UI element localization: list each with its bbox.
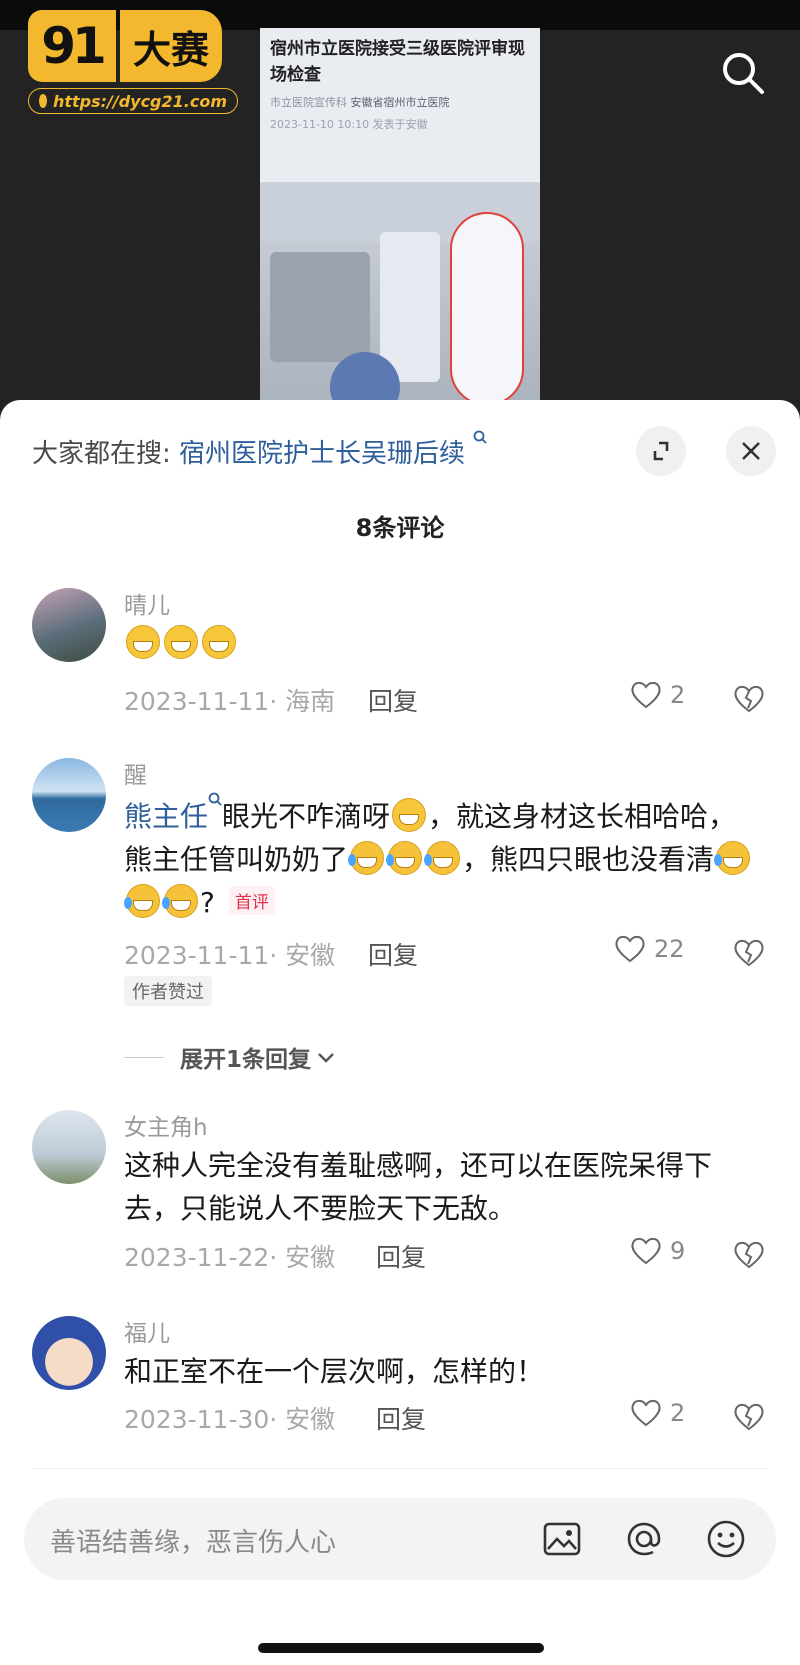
first-comment-badge: 首评 [228,886,275,915]
logo-url-text: https://dycg21.com [52,91,227,111]
globe-icon [39,94,47,108]
watermark-logo: 91 大赛 https://dycg21.com [28,10,238,118]
close-icon [742,442,760,460]
dislike-icon[interactable] [732,1238,766,1270]
article-date: 2023-11-10 10:10 发表于安徽 [270,116,530,132]
dislike-icon[interactable] [732,1400,766,1432]
comment-date: 2023-11-22· 安徽 [124,1243,336,1272]
comment-author[interactable]: 福儿 [124,1314,170,1348]
reply-button[interactable]: 回复 [368,936,418,972]
like-button[interactable]: 2 [630,1398,685,1428]
author-liked-badge: 作者赞过 [124,976,212,1006]
like-button[interactable]: 22 [614,934,685,964]
grin-emoji-icon [164,625,198,659]
laugh-cry-emoji-icon [348,841,385,875]
search-icon[interactable] [718,48,768,98]
mention-link[interactable]: 熊主任 [124,800,208,833]
search-small-icon [473,430,487,444]
grin-emoji-icon [392,798,427,832]
laugh-cry-emoji-icon [714,841,751,875]
logo-word: 大赛 [120,10,222,82]
dislike-icon[interactable] [732,936,766,968]
comments-count-title: 8条评论 [355,514,445,542]
home-indicator [258,1643,544,1653]
comment-text-part: 眼光不咋滴呀 [222,800,391,833]
comment-text: 这种人完全没有羞耻感啊，还可以在医院呆得下去，只能说人不要脸天下无敌。 [124,1149,713,1225]
comment-date: 2023-11-30· 安徽 [124,1405,336,1434]
photo-person [380,232,440,382]
article-org: 安徽省宿州市立医院 [350,96,450,109]
article-location: 发表于安徽 [372,118,428,131]
like-button[interactable]: 2 [630,680,685,710]
comment-author[interactable]: 女主角h [124,1108,208,1142]
avatar[interactable] [32,1110,106,1184]
photo-person-circled [450,212,524,406]
comment-text-part: ? [200,886,215,919]
logo-number: 91 [28,10,116,82]
heart-icon [631,681,661,709]
expand-replies-button[interactable]: 展开1条回复 [124,1040,337,1074]
expand-button[interactable] [636,426,686,476]
article-title: 宿州市立医院接受三级医院评审现场检查 [270,39,525,85]
heart-icon [615,935,645,963]
divider [32,1468,768,1469]
comment-input[interactable]: 善语结善缘，恶言伤人心 [24,1498,776,1580]
article-thumbnail[interactable]: 宿州市立医院接受三级医院评审现场检查 市立医院宣传科 安徽省宿州市立医院 202… [260,28,540,420]
avatar[interactable] [32,588,106,662]
heart-icon [631,1237,661,1265]
laugh-cry-emoji-icon [162,884,198,918]
laugh-cry-emoji-icon [424,841,461,875]
article-meta: 市立医院宣传科 安徽省宿州市立医院 [270,94,530,110]
video-area: 91 大赛 https://dycg21.com 宿州市立医院接受三级医院评审现… [0,0,800,420]
dislike-icon[interactable] [732,682,766,714]
at-mention-icon[interactable] [622,1517,666,1561]
comment-input-placeholder: 善语结善缘，恶言伤人心 [50,1528,337,1558]
photo-beds [270,252,370,362]
comment-date: 2023-11-11· 海南 [124,687,336,716]
article-source: 市立医院宣传科 [270,96,347,109]
close-button[interactable] [726,426,776,476]
comment-author[interactable]: 醒 [124,756,147,790]
laugh-cry-emoji-icon [124,884,160,918]
reply-button[interactable]: 回复 [368,682,418,718]
expand-replies-label: 展开1条回复 [180,1047,312,1073]
avatar[interactable] [32,758,106,832]
logo-url: https://dycg21.com [28,88,238,114]
article-date-value: 2023-11-10 10:10 [270,118,370,131]
avatar[interactable] [32,1316,106,1390]
comment-text [124,622,764,665]
like-count: 2 [670,1399,686,1427]
laugh-cry-emoji-icon [386,841,423,875]
comment-date: 2023-11-11· 安徽 [124,941,336,970]
reply-button[interactable]: 回复 [376,1400,426,1436]
like-count: 9 [670,1237,686,1265]
heart-icon [631,1399,661,1427]
image-icon[interactable] [542,1519,582,1559]
comment-author[interactable]: 晴儿 [124,586,170,620]
comments-sheet: 大家都在搜: 宿州医院护士长吴珊后续 8条评论 晴儿 2023-11-11· 海… [0,400,800,1665]
article-photo [260,182,540,420]
trending-prefix: 大家都在搜: [32,439,171,469]
comment-text: 和正室不在一个层次啊，怎样的！ [124,1355,545,1388]
like-count: 22 [654,935,685,963]
grin-emoji-icon [202,625,236,659]
reply-button[interactable]: 回复 [376,1238,426,1274]
expand-icon [653,441,669,461]
search-small-icon [208,792,222,806]
trending-term[interactable]: 宿州医院护士长吴珊后续 [179,439,465,469]
trending-search[interactable]: 大家都在搜: 宿州医院护士长吴珊后续 [32,430,487,470]
divider-line [124,1056,164,1058]
comment-text-part: ，熊四只眼也没看清 [462,843,715,876]
chevron-down-icon [318,1053,334,1063]
grin-emoji-icon [126,625,160,659]
like-count: 2 [670,681,686,709]
emoji-icon[interactable] [704,1517,748,1561]
like-button[interactable]: 9 [630,1236,685,1266]
comment-text: 熊主任 眼光不咋滴呀 ，就这身材这长相哈哈，熊主任管叫奶奶了 ，熊四只眼也没看清? 首评 [124,792,764,924]
